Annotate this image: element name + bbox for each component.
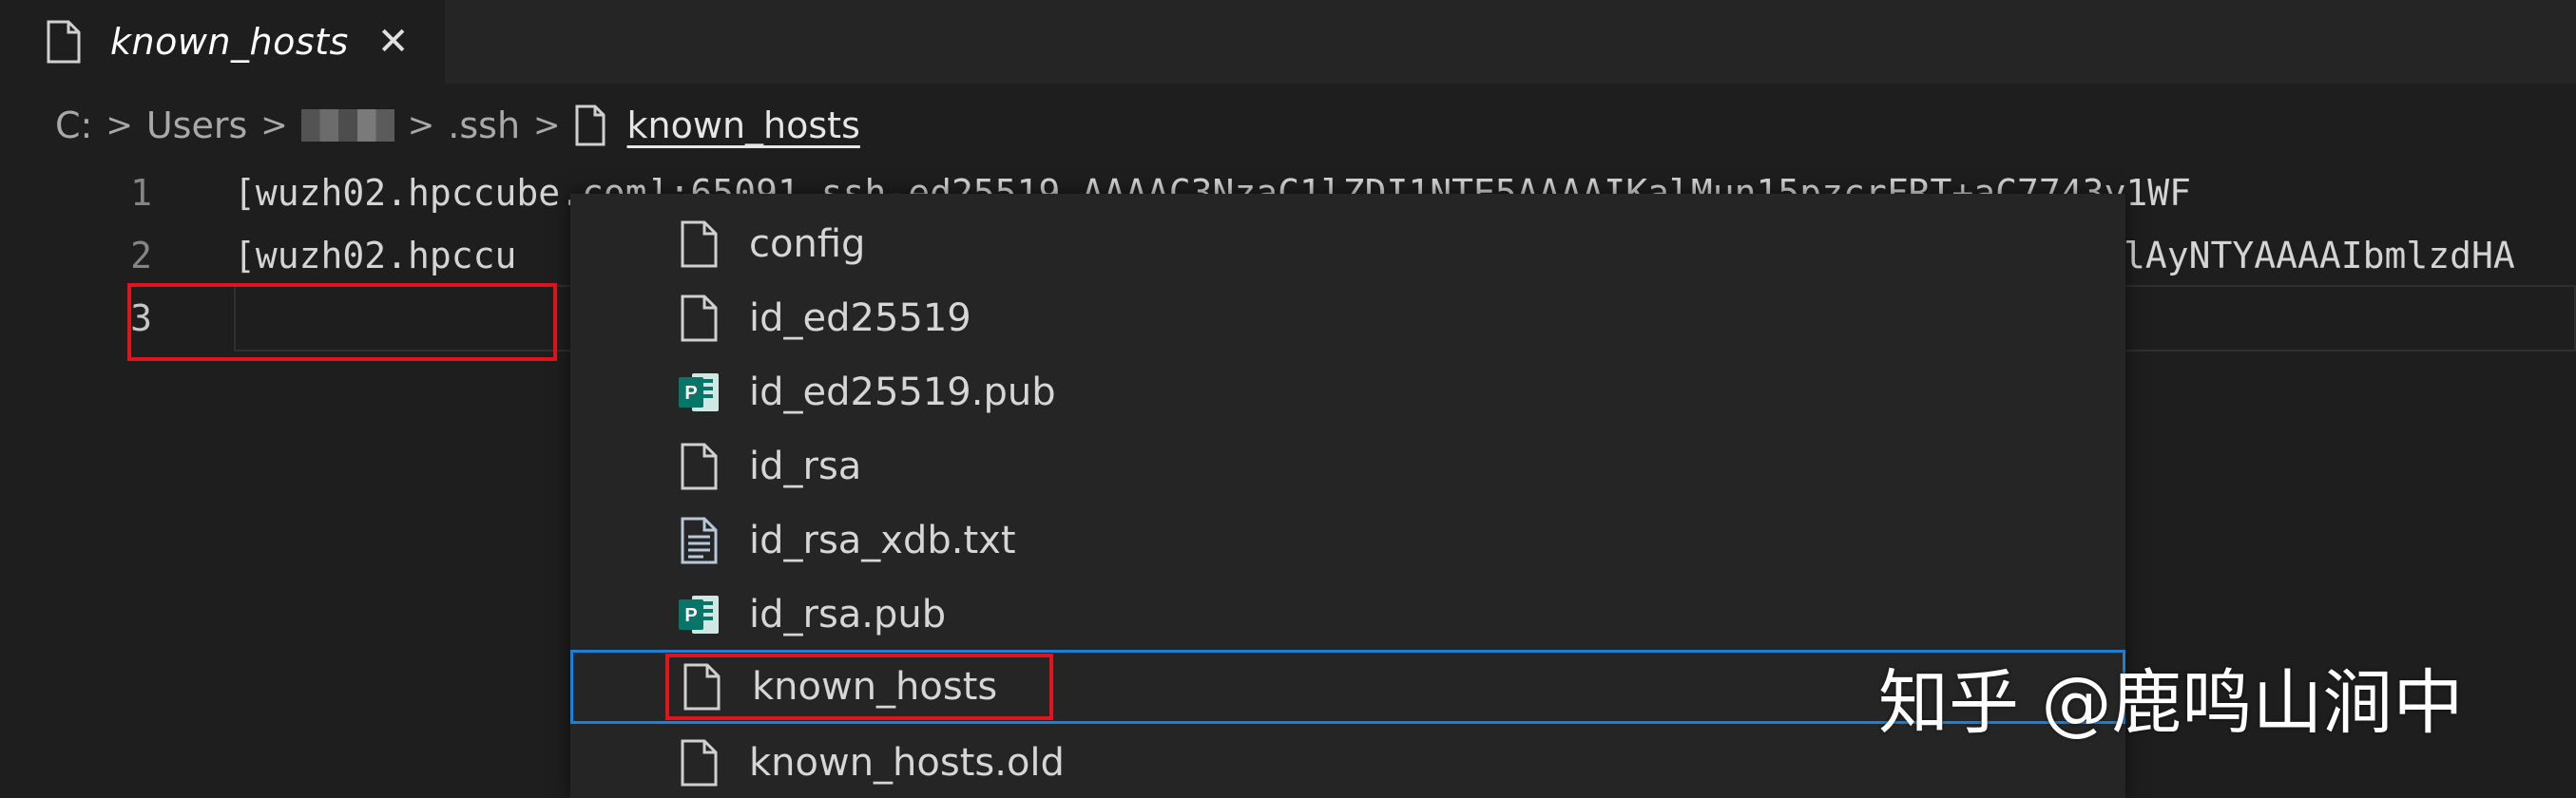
text-file-icon <box>681 517 718 564</box>
breadcrumb-users[interactable]: Users <box>146 104 247 146</box>
tab-bar: known_hosts ✕ <box>0 0 2576 84</box>
chevron-right-icon: > <box>106 106 133 144</box>
list-item-label: known_hosts <box>752 665 998 709</box>
line-number: 1 <box>130 172 152 214</box>
breadcrumb-file[interactable]: known_hosts <box>627 104 860 146</box>
file-icon <box>681 220 718 268</box>
svg-text:P: P <box>684 605 697 626</box>
redacted-username[interactable] <box>300 109 394 142</box>
line-text-right[interactable]: lAyNTYAAAAIbmlzdHA <box>2124 222 2515 289</box>
line-number: 3 <box>130 297 152 339</box>
file-icon <box>683 663 721 711</box>
svg-text:P: P <box>684 383 697 404</box>
file-icon <box>47 20 81 64</box>
file-icon <box>681 294 718 342</box>
editor-tab[interactable]: known_hosts ✕ <box>0 0 445 84</box>
list-item-label: config <box>749 222 866 266</box>
chevron-right-icon: > <box>533 106 561 144</box>
list-item-label: id_ed25519 <box>749 296 971 340</box>
list-item-label: id_rsa <box>749 445 862 488</box>
breadcrumb-drive[interactable]: C: <box>55 104 92 146</box>
list-item-label: id_rsa.pub <box>749 593 947 636</box>
list-item[interactable]: P id_rsa.pub <box>570 578 2125 652</box>
file-icon <box>681 739 718 787</box>
list-item-label: known_hosts.old <box>749 741 1065 785</box>
line-number: 2 <box>130 235 152 276</box>
file-icon <box>681 443 718 490</box>
list-item[interactable]: id_ed25519 <box>570 281 2125 355</box>
tab-title: known_hosts <box>110 21 349 63</box>
breadcrumb-ssh-folder[interactable]: .ssh <box>448 104 520 146</box>
list-item[interactable]: P id_ed25519.pub <box>570 355 2125 429</box>
list-item[interactable]: id_rsa_xdb.txt <box>570 504 2125 578</box>
publisher-icon: P <box>679 373 719 411</box>
chevron-right-icon: > <box>260 106 288 144</box>
publisher-icon: P <box>679 596 719 634</box>
watermark: 知乎 @鹿鸣山涧中 <box>1878 662 2464 744</box>
list-item[interactable]: id_rsa <box>570 429 2125 504</box>
list-item-label: id_ed25519.pub <box>749 370 1056 414</box>
list-item-label: id_rsa_xdb.txt <box>749 519 1016 562</box>
line-text[interactable]: [wuzh02.hpccu <box>234 222 516 289</box>
close-icon[interactable]: ✕ <box>377 23 410 61</box>
chevron-right-icon: > <box>407 106 435 144</box>
breadcrumb: C: > Users > > .ssh > known_hosts <box>55 95 860 156</box>
file-icon <box>575 104 606 146</box>
list-item[interactable]: config <box>570 207 2125 281</box>
